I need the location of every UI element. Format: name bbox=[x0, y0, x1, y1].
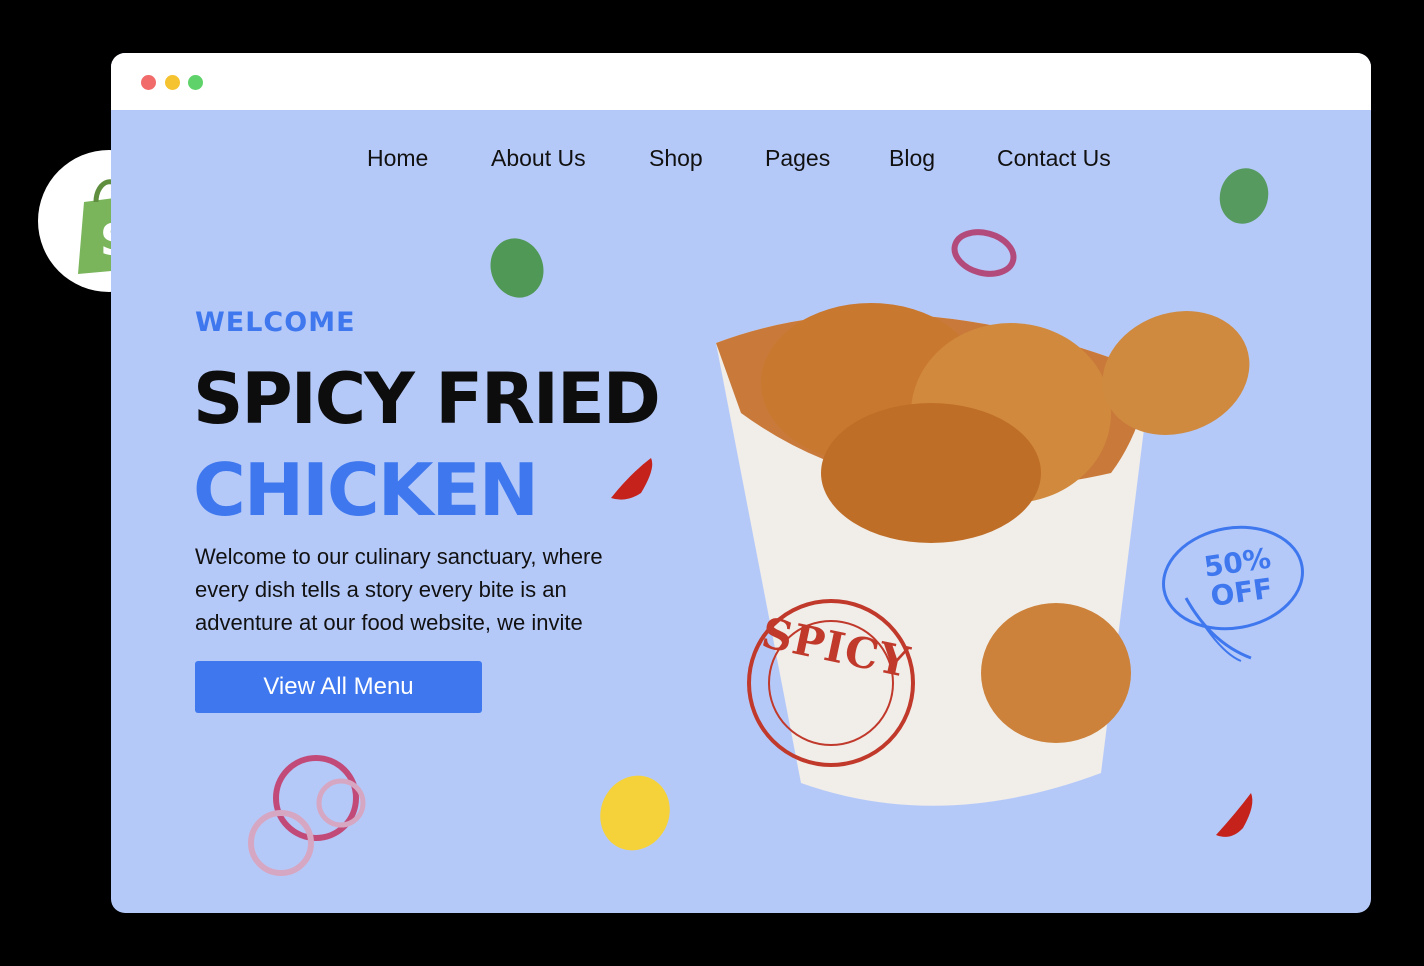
nav-shop[interactable]: Shop bbox=[649, 145, 703, 172]
view-all-menu-button[interactable]: View All Menu bbox=[195, 661, 482, 713]
hero-eyebrow: WELCOME bbox=[195, 307, 356, 338]
hero-title-line1: SPICY FRIED bbox=[193, 358, 661, 440]
nav-home[interactable]: Home bbox=[367, 145, 428, 172]
promo-badge: 50% OFF bbox=[1202, 542, 1277, 613]
nav-blog[interactable]: Blog bbox=[889, 145, 935, 172]
hero-title-line2: CHICKEN bbox=[193, 448, 539, 532]
browser-window: SPICY 50% OFF Home About Us Shop Pages B… bbox=[111, 53, 1371, 913]
hero-description: Welcome to our culinary sanctuary, where… bbox=[195, 544, 603, 635]
nav-about-us[interactable]: About Us bbox=[491, 145, 586, 172]
chili-pepper-icon bbox=[611, 458, 653, 500]
onion-ring-icon bbox=[951, 229, 1017, 277]
basil-leaf-icon bbox=[490, 238, 544, 298]
chili-pepper-icon bbox=[1216, 793, 1253, 837]
main-nav: Home About Us Shop Pages Blog Contact Us bbox=[111, 145, 1371, 175]
nav-contact-us[interactable]: Contact Us bbox=[997, 145, 1111, 172]
lemon-slice-icon bbox=[600, 775, 670, 851]
nav-pages[interactable]: Pages bbox=[765, 145, 830, 172]
